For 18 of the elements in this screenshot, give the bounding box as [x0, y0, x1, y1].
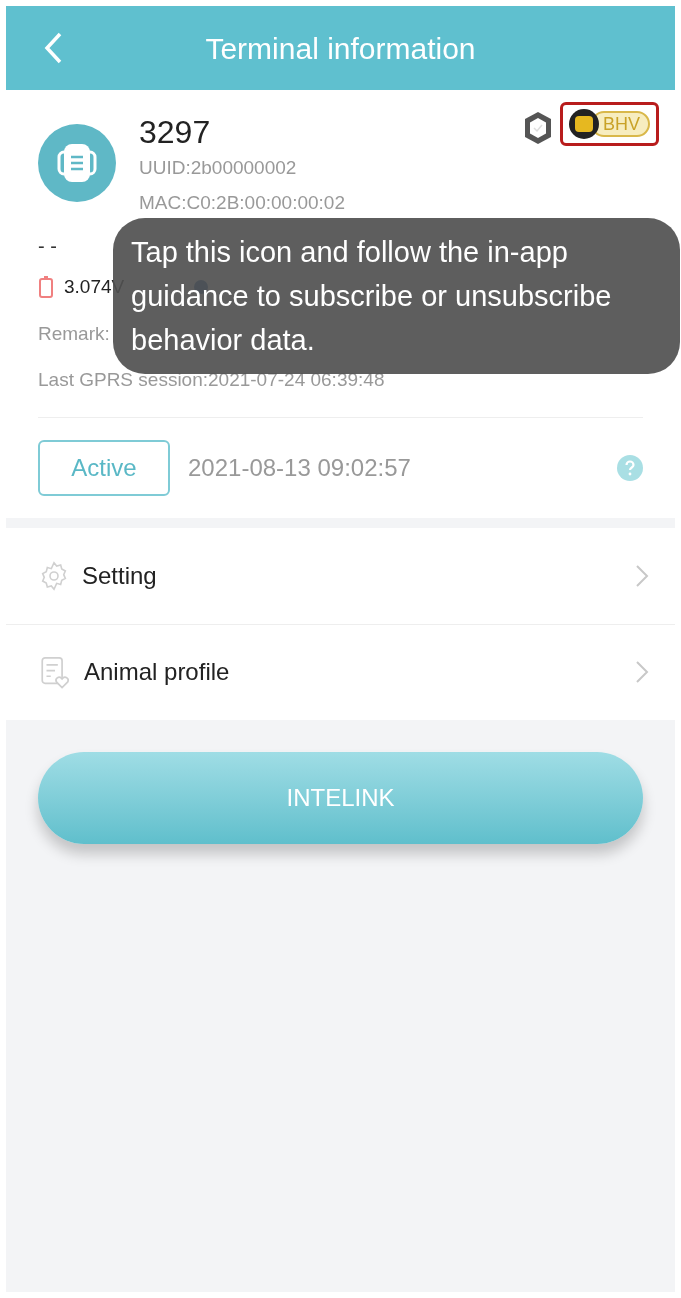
header-title: Terminal information	[205, 30, 476, 67]
intelink-button[interactable]: INTELINK	[38, 751, 643, 844]
mac-text: MAC:C0:2B:00:00:00:02	[139, 190, 346, 215]
help-icon[interactable]	[617, 454, 643, 481]
active-status-button[interactable]: Active	[38, 439, 170, 496]
battery-icon	[38, 275, 54, 300]
document-heart-icon	[38, 655, 72, 689]
menu-item[interactable]: Setting	[6, 527, 675, 624]
menu-item[interactable]: Animal profile	[6, 623, 675, 720]
behavior-badge-button[interactable]: BHV	[560, 102, 659, 146]
chevron-right-icon	[635, 660, 649, 684]
status-time: 2021-08-13 09:02:57	[188, 452, 411, 483]
uuid-text: UUID:2b00000002	[139, 156, 298, 180]
placeholder-text: - -	[38, 234, 57, 259]
chevron-right-icon	[635, 563, 649, 588]
device-name: 3297	[139, 113, 212, 152]
remark-text: Remark:	[38, 321, 110, 346]
shield-icon[interactable]	[522, 110, 554, 146]
